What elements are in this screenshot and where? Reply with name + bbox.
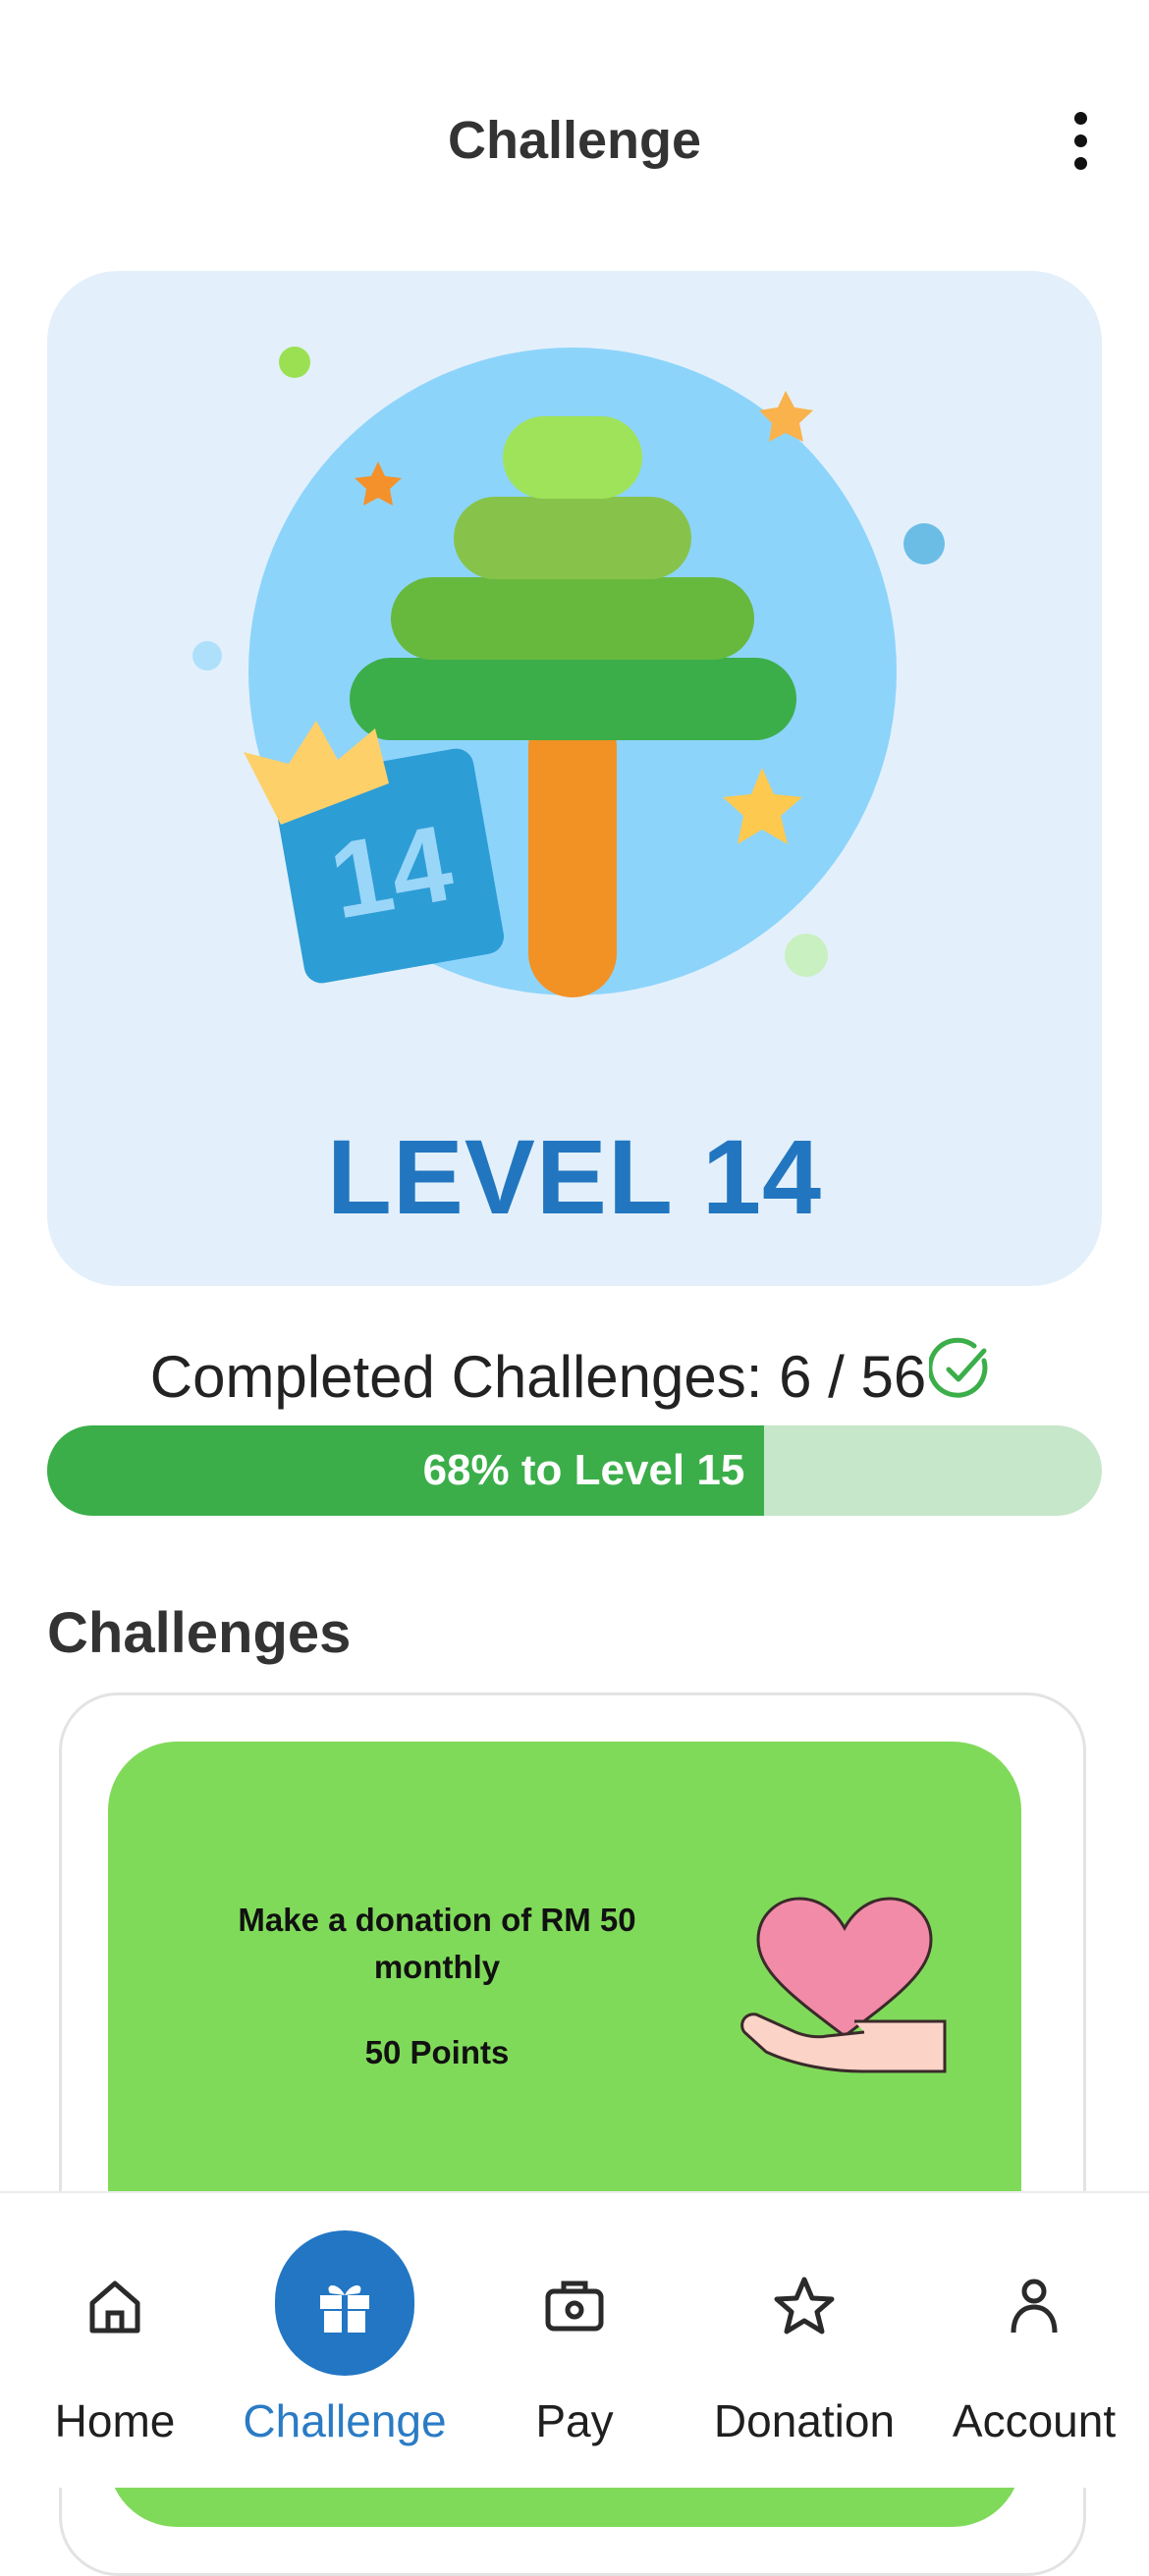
level-progress-bar: 68% to Level 15 — [47, 1425, 1102, 1516]
gift-icon — [230, 2272, 460, 2360]
bottom-nav: Home Challenge Pay Donation Account — [0, 2191, 1149, 2488]
nav-account[interactable]: Account — [919, 2193, 1149, 2488]
completed-challenges-label: Completed Challenges: 6 / 56 — [149, 1344, 927, 1410]
nav-donation-label: Donation — [713, 2395, 896, 2446]
star-icon — [689, 2272, 919, 2360]
level-badge-number: 14 — [322, 802, 462, 941]
more-options-button[interactable] — [1053, 106, 1108, 177]
nav-challenge[interactable]: Challenge — [230, 2193, 460, 2488]
challenge-points: 50 Points — [364, 2034, 510, 2070]
more-vertical-icon — [1074, 112, 1087, 125]
level-progress-text: 68% to Level 15 — [422, 1446, 745, 1494]
nav-donation[interactable]: Donation — [689, 2193, 919, 2488]
nav-challenge-label: Challenge — [243, 2395, 447, 2446]
person-icon — [919, 2272, 1149, 2360]
level-label: LEVEL 14 — [326, 1117, 823, 1236]
nav-home[interactable]: Home — [0, 2193, 230, 2488]
page-title: Challenge — [447, 111, 702, 170]
check-circle-icon — [929, 1337, 988, 1398]
level-progress-fill: 68% to Level 15 — [47, 1425, 765, 1516]
heart-hand-icon — [740, 1897, 947, 2073]
app-header: Challenge — [0, 0, 1149, 236]
level-card: 14 LEVEL 14 — [47, 271, 1102, 1286]
nav-pay-label: Pay — [535, 2395, 614, 2446]
challenge-description: Make a donation of RM 50 monthly — [238, 1902, 636, 1985]
nav-home-label: Home — [54, 2395, 176, 2446]
nav-account-label: Account — [952, 2395, 1117, 2446]
challenges-section-title: Challenges — [47, 1601, 352, 1665]
nav-pay[interactable]: Pay — [460, 2193, 689, 2488]
home-icon — [0, 2272, 230, 2360]
wallet-icon — [460, 2272, 689, 2360]
